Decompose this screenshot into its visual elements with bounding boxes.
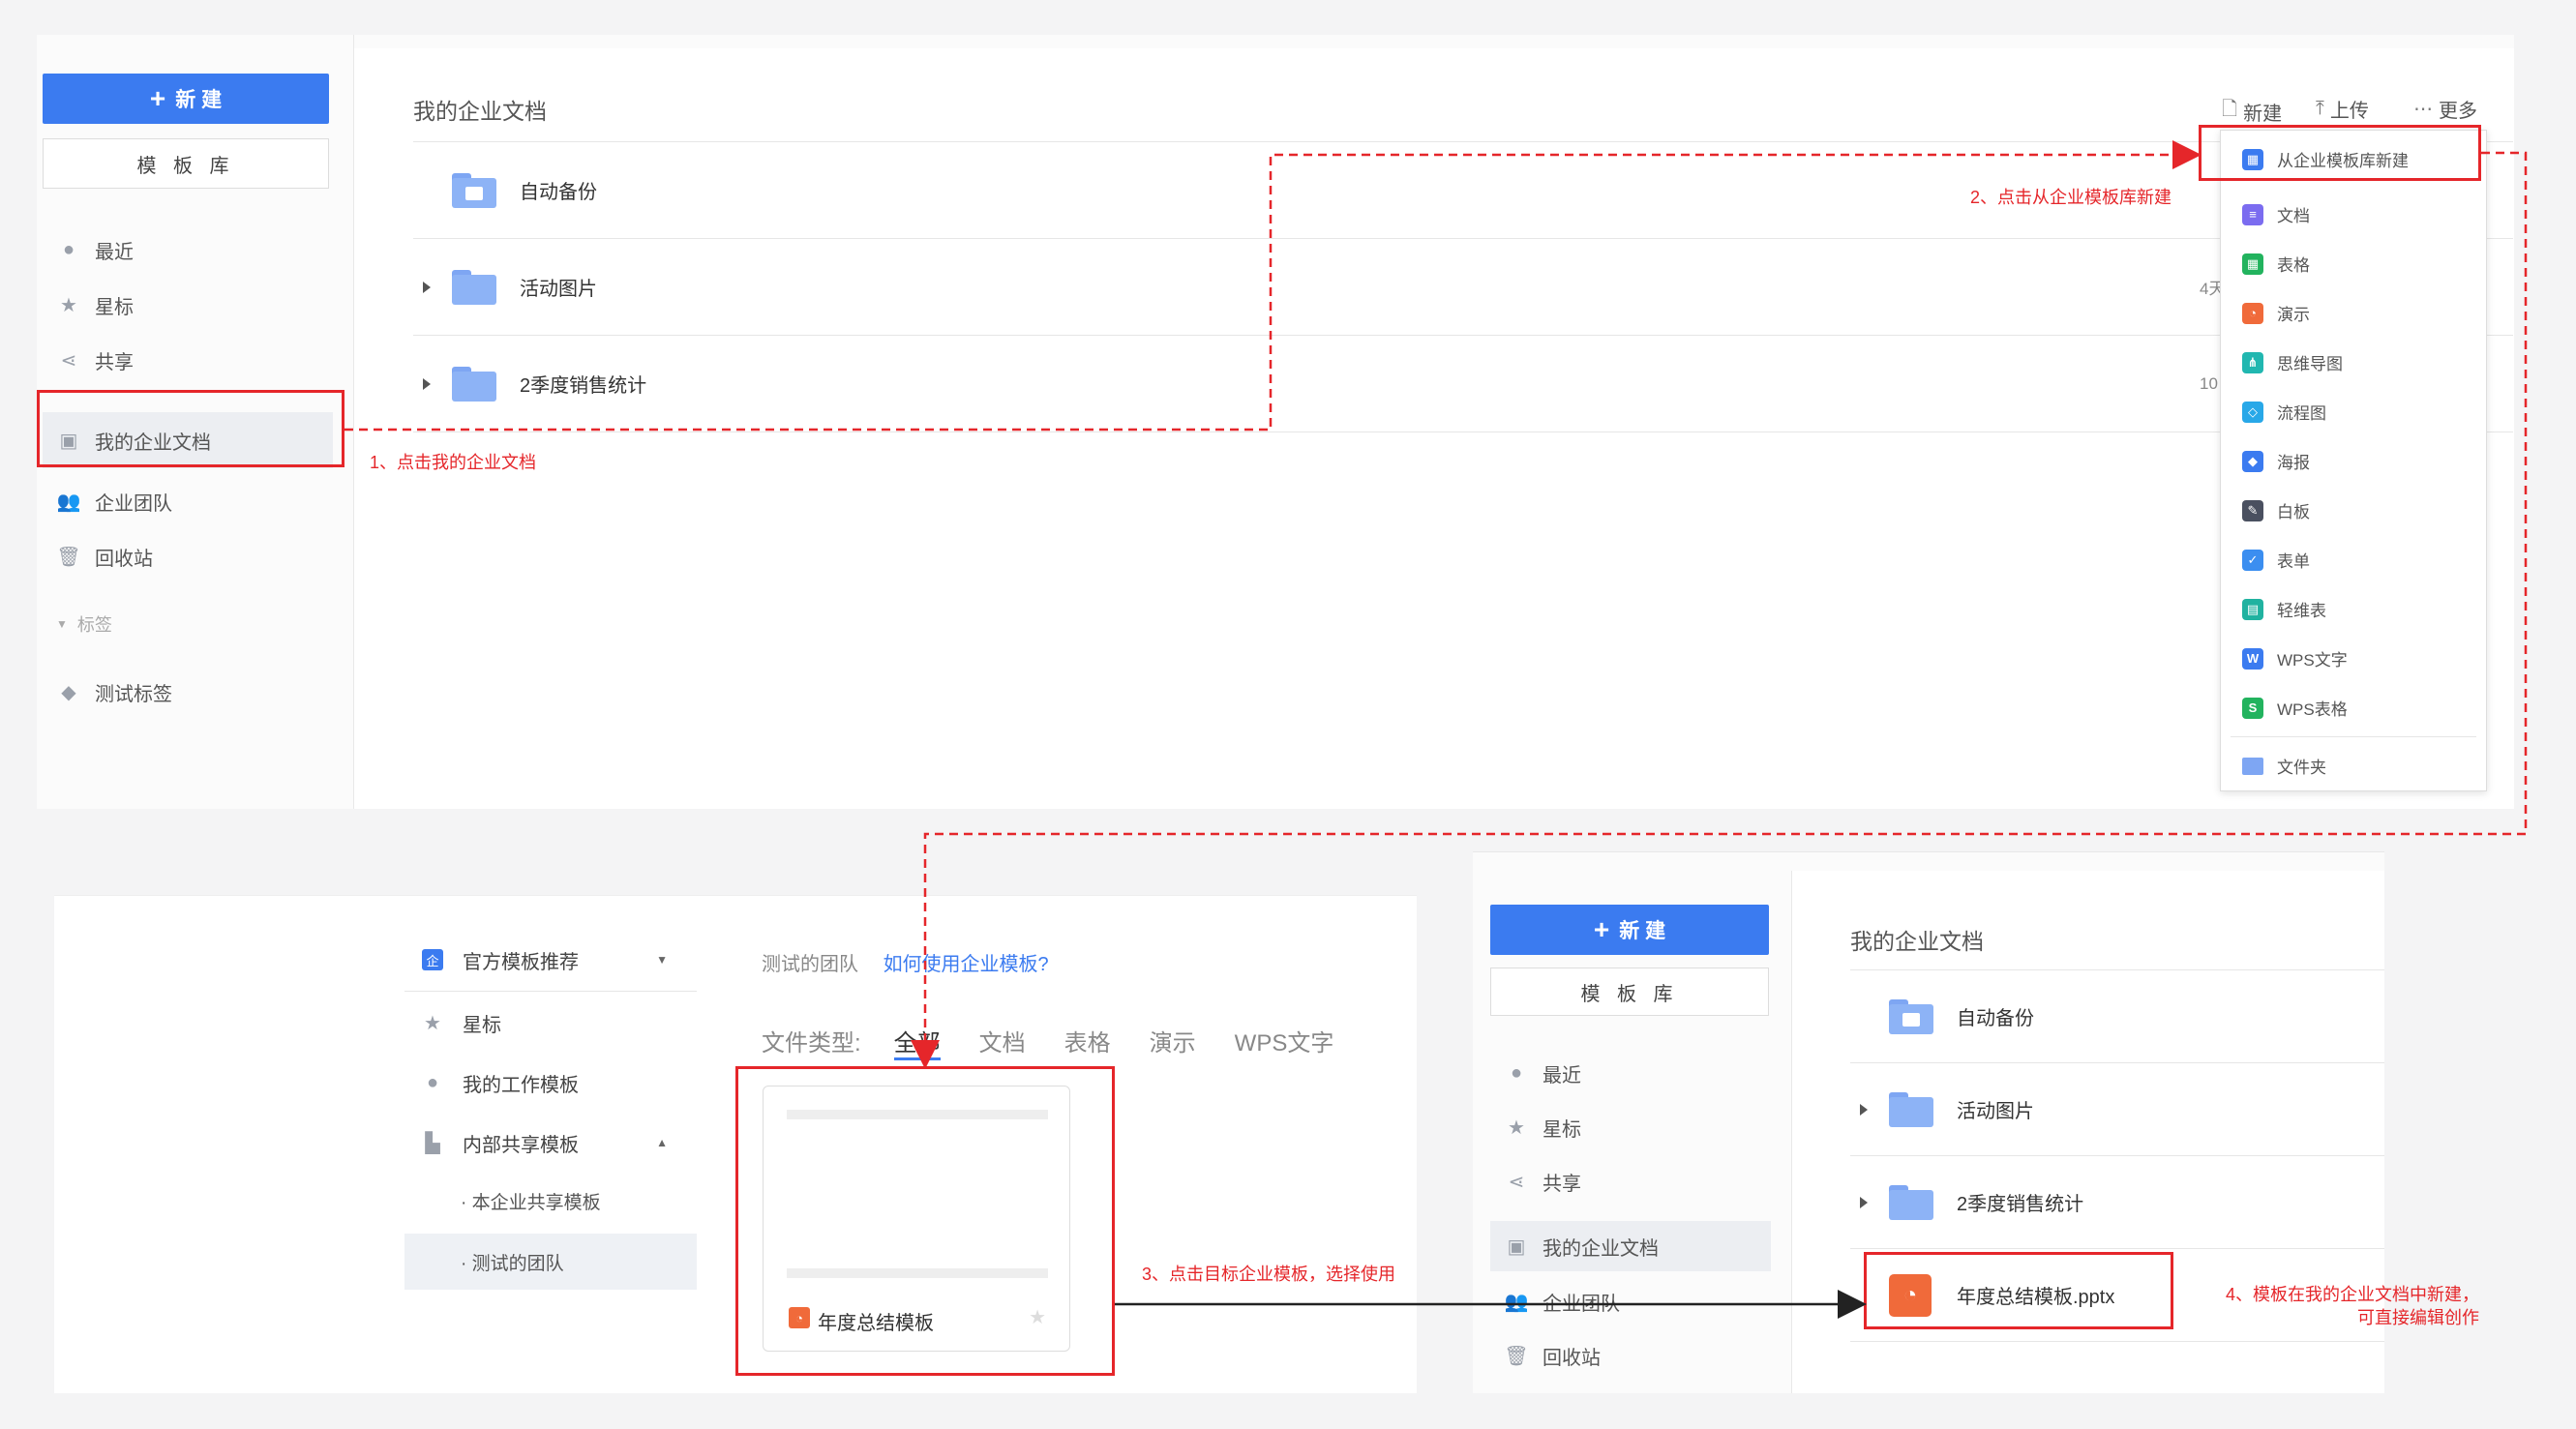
connector-step1-to-step2 (344, 140, 2202, 432)
connector-overlay (344, 140, 2528, 1319)
connector-step2-to-step3 (911, 151, 2528, 1069)
